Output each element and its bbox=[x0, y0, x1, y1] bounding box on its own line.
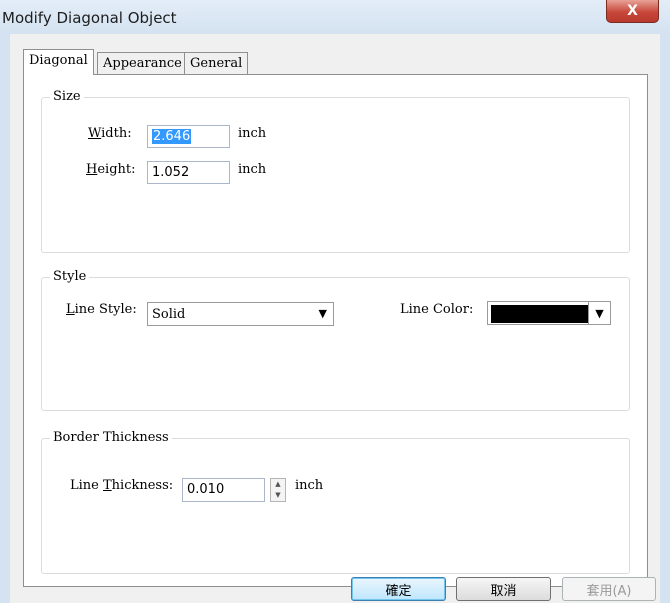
tab-label: Appearance bbox=[103, 56, 182, 71]
spin-up-icon[interactable]: ▲ bbox=[271, 479, 285, 490]
height-value: 1.052 bbox=[152, 165, 190, 180]
window-frame-right bbox=[660, 34, 670, 603]
width-value: 2.646 bbox=[152, 129, 192, 144]
width-unit: inch bbox=[238, 126, 267, 141]
height-input[interactable]: 1.052 bbox=[147, 161, 230, 184]
border-thickness-group: Border Thickness Line Thickness: 0.010 ▲… bbox=[41, 430, 630, 574]
window-frame-left bbox=[0, 34, 10, 603]
line-style-value: Solid bbox=[152, 307, 186, 322]
style-group-label: Style bbox=[50, 269, 90, 284]
line-style-label: Line Style: bbox=[66, 302, 137, 317]
window-title: Modify Diagonal Object bbox=[2, 9, 177, 27]
spin-down-icon[interactable]: ▼ bbox=[271, 490, 285, 501]
chevron-down-icon: ▼ bbox=[318, 307, 327, 320]
title-bar[interactable]: Modify Diagonal Object X bbox=[0, 0, 670, 34]
line-color-swatch bbox=[491, 305, 588, 323]
ok-button[interactable]: 確定 bbox=[351, 577, 446, 601]
tab-label: Diagonal bbox=[29, 53, 88, 68]
cancel-button[interactable]: 取消 bbox=[456, 577, 551, 601]
line-thickness-spinner[interactable]: ▲ ▼ bbox=[270, 478, 286, 502]
height-label: Height: bbox=[86, 162, 136, 177]
line-thickness-unit: inch bbox=[295, 478, 324, 493]
line-color-picker[interactable]: ▼ bbox=[487, 301, 611, 325]
style-group: Style Line Style: Solid ▼ Line Color: ▼ bbox=[41, 269, 630, 411]
apply-button[interactable]: 套用(A) bbox=[562, 577, 656, 601]
tab-label: General bbox=[190, 56, 243, 71]
border-thickness-group-label: Border Thickness bbox=[50, 430, 172, 445]
line-color-label: Line Color: bbox=[400, 302, 474, 317]
line-style-dropdown[interactable]: Solid ▼ bbox=[147, 302, 334, 326]
size-group-label: Size bbox=[50, 89, 84, 104]
size-group: Size Width: 2.646 inch Height: 1.052 inc… bbox=[41, 89, 630, 253]
width-input[interactable]: 2.646 bbox=[147, 125, 230, 148]
close-button[interactable]: X bbox=[606, 0, 659, 23]
line-thickness-input[interactable]: 0.010 bbox=[182, 478, 265, 502]
tab-appearance[interactable]: Appearance bbox=[97, 52, 188, 74]
tab-page-diagonal: Size Width: 2.646 inch Height: 1.052 inc… bbox=[23, 74, 648, 587]
tab-diagonal[interactable]: Diagonal bbox=[23, 49, 94, 75]
close-icon: X bbox=[627, 3, 638, 19]
height-unit: inch bbox=[238, 162, 267, 177]
line-thickness-value: 0.010 bbox=[187, 482, 225, 497]
width-label: Width: bbox=[88, 126, 132, 141]
tab-general[interactable]: General bbox=[184, 52, 249, 74]
chevron-down-icon[interactable]: ▼ bbox=[588, 302, 610, 324]
dialog-client-area: Diagonal Appearance General Size Width: … bbox=[10, 34, 660, 603]
line-thickness-label: Line Thickness: bbox=[70, 478, 174, 493]
